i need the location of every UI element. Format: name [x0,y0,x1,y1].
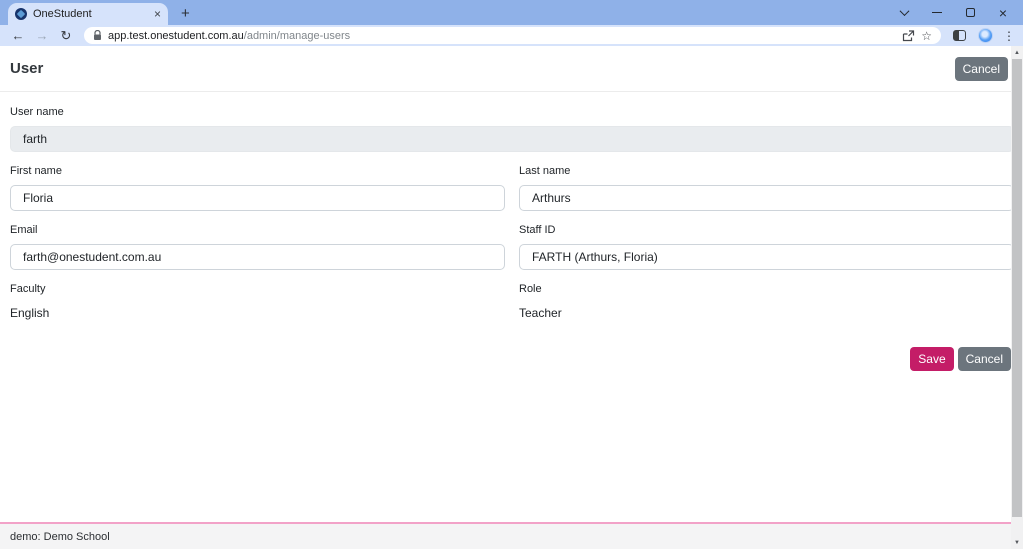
status-footer: demo: Demo School [0,522,1023,549]
window-close-button[interactable]: × [997,7,1009,19]
scroll-up-icon[interactable]: ▲ [1011,46,1023,59]
tab-title: OneStudent [33,8,148,20]
bookmark-star-icon[interactable]: ☆ [921,30,932,42]
staff-id-label: Staff ID [519,224,1014,236]
email-label: Email [10,224,505,236]
first-name-label: First name [10,165,505,177]
url-text: app.test.onestudent.com.au/admin/manage-… [108,30,350,42]
scroll-down-icon[interactable]: ▼ [1011,536,1023,549]
onestudent-favicon [15,8,27,20]
email-field[interactable] [10,244,505,270]
form-actions: Save Cancel [10,347,1014,371]
lock-icon[interactable] [93,30,102,41]
forward-icon[interactable]: → [32,28,52,43]
browser-window: OneStudent × + × ← → ↻ app.test.onestude… [0,0,1023,549]
role-label: Role [519,283,1014,295]
cancel-button-bottom[interactable]: Cancel [958,347,1011,371]
last-name-group: Last name [519,165,1014,211]
page-header: User Cancel [0,46,1023,92]
browser-menu-icon[interactable]: ⋮ [1003,29,1015,43]
faculty-value: English [10,306,505,320]
reload-icon[interactable]: ↻ [56,28,76,44]
share-icon[interactable] [902,30,915,42]
back-icon[interactable]: ← [8,28,28,43]
window-controls: × [898,0,1009,25]
scrollbar-thumb[interactable] [1012,59,1022,517]
browser-tab-strip: OneStudent × + × [0,0,1023,25]
side-panel-icon[interactable] [953,30,966,41]
profile-avatar[interactable] [978,28,993,43]
page-content: User Cancel User name First name Last na… [0,46,1023,522]
first-name-group: First name [10,165,505,211]
first-name-field[interactable] [10,185,505,211]
window-minimize-button[interactable] [931,7,943,19]
user-form: User name First name Last name Email [0,92,1023,371]
page-title: User [10,60,43,77]
url-domain: app.test.onestudent.com.au [108,30,244,42]
username-label: User name [10,106,1014,118]
page-scrollbar[interactable]: ▲ ▼ [1011,46,1023,549]
faculty-label: Faculty [10,283,505,295]
window-maximize-button[interactable] [964,7,976,19]
role-value: Teacher [519,306,1014,320]
faculty-group: Faculty English [10,283,505,320]
staff-id-field[interactable] [519,244,1014,270]
tab-close-icon[interactable]: × [154,8,161,20]
browser-tab-onestudent[interactable]: OneStudent × [8,3,168,25]
window-menu-chevron-icon[interactable] [898,7,910,19]
last-name-field[interactable] [519,185,1014,211]
email-group: Email [10,224,505,270]
role-group: Role Teacher [519,283,1014,320]
username-field [10,126,1014,152]
save-button[interactable]: Save [910,347,953,371]
username-group: User name [10,106,1014,152]
staff-id-group: Staff ID [519,224,1014,270]
url-path: /admin/manage-users [244,30,350,42]
school-status-text: demo: Demo School [10,531,110,543]
address-bar[interactable]: app.test.onestudent.com.au/admin/manage-… [84,27,941,44]
last-name-label: Last name [519,165,1014,177]
browser-toolbar: ← → ↻ app.test.onestudent.com.au/admin/m… [0,25,1023,46]
new-tab-button[interactable]: + [181,6,190,21]
cancel-button-top[interactable]: Cancel [955,57,1008,81]
